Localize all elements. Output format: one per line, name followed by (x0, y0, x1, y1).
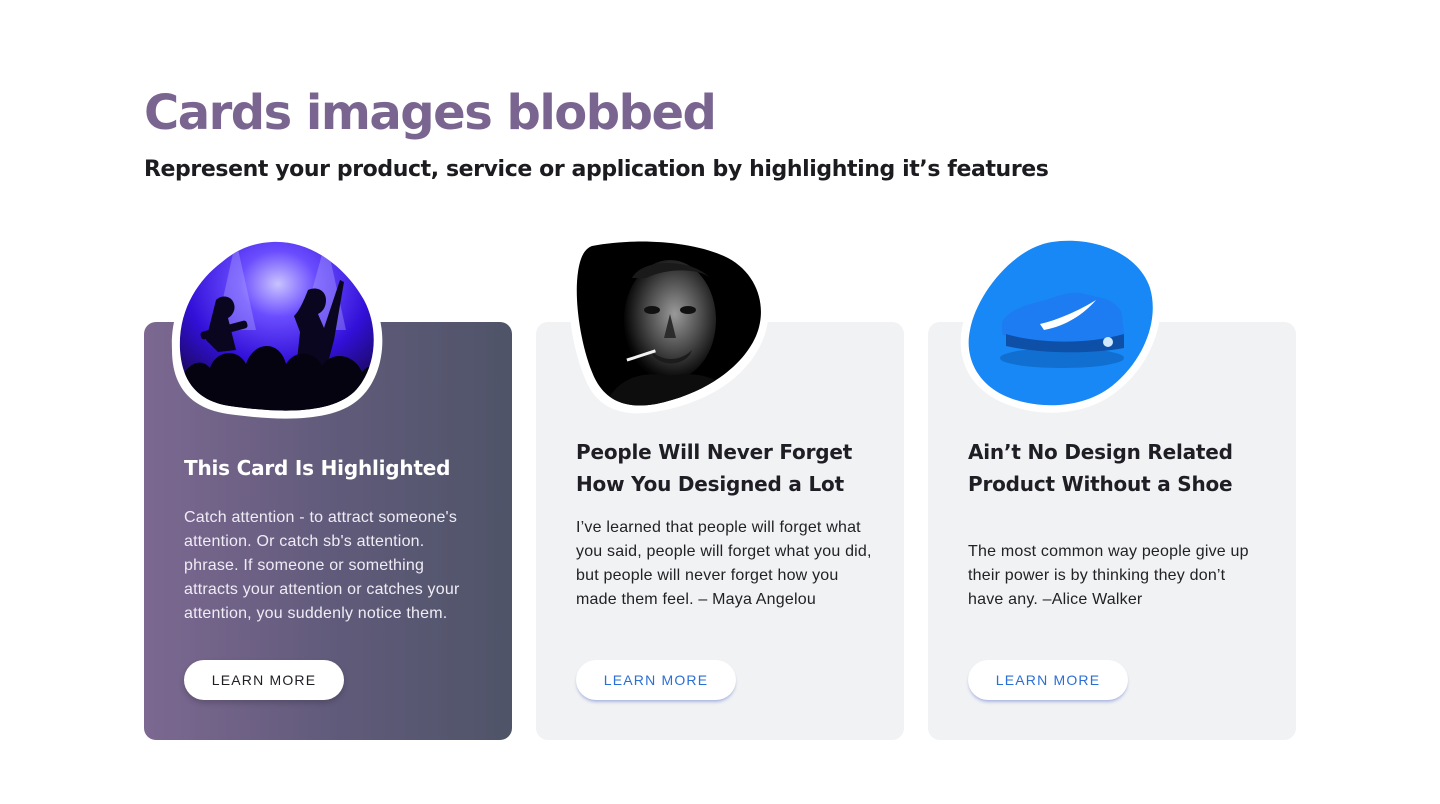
card-text: The most common way people give up their… (968, 543, 1249, 608)
page-title: Cards images blobbed (144, 85, 717, 141)
card-title: Ain’t No Design Related Product Without … (968, 440, 1233, 496)
portrait-blob-image (568, 233, 769, 414)
concert-blob-image (171, 233, 383, 419)
card-text: Catch attention - to attract someone's a… (184, 509, 460, 622)
card-title: People Will Never Forget How You Designe… (576, 440, 853, 496)
card-text: I’ve learned that people will forget wha… (576, 519, 872, 608)
learn-more-button[interactable]: LEARN MORE (576, 660, 736, 700)
learn-more-button[interactable]: LEARN MORE (184, 660, 344, 700)
sneaker-blob-image (960, 232, 1161, 414)
card-title: This Card Is Highlighted (184, 456, 451, 480)
page-subtitle: Represent your product, service or appli… (144, 157, 1049, 182)
learn-more-button[interactable]: LEARN MORE (968, 660, 1128, 700)
